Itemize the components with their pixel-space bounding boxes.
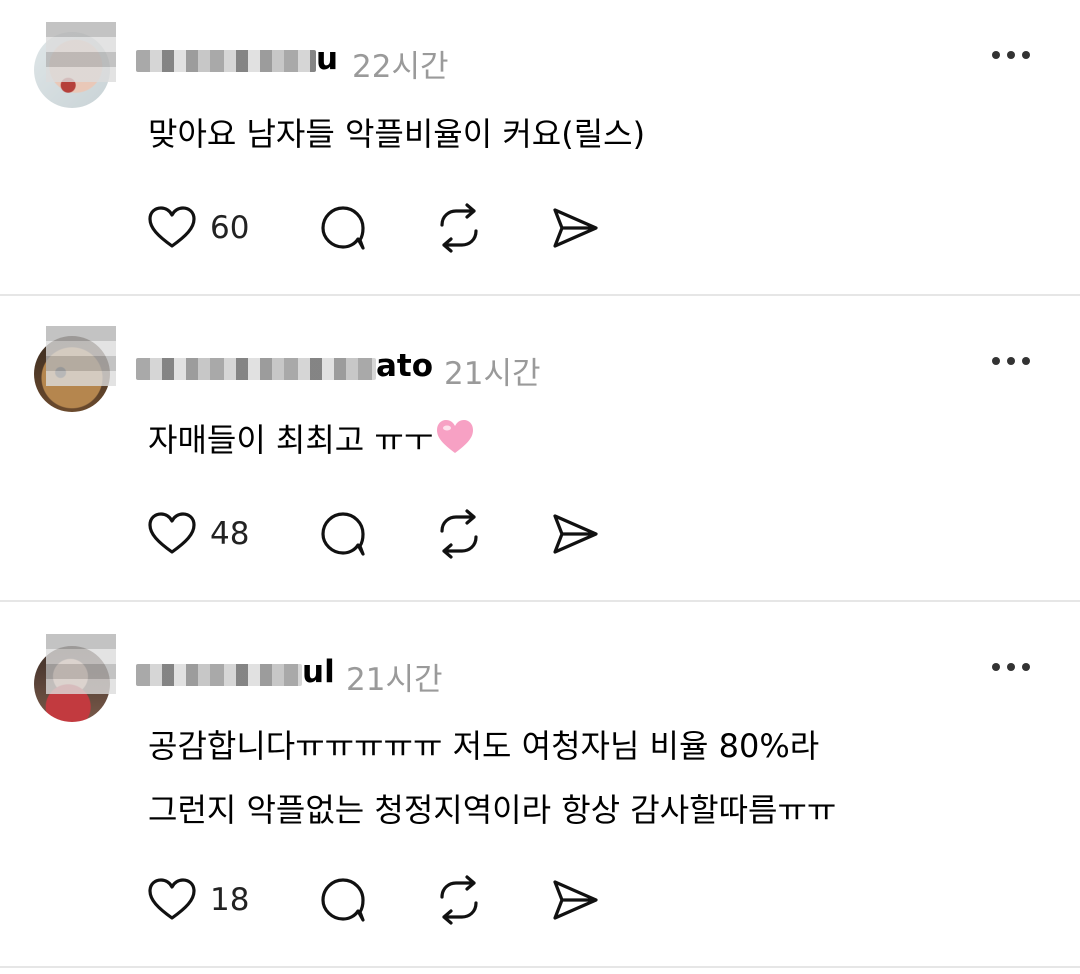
repost-button[interactable] [434,509,484,559]
action-bar: 60 [146,203,600,253]
repost-button[interactable] [434,203,484,253]
like-button[interactable]: 18 [146,876,262,924]
like-count: 18 [210,882,250,918]
speech-bubble-icon [321,878,365,922]
thread-post: ato 21시간 자매들이 최최고 ㅠㅜ 48 [0,296,1080,601]
thread-post: u 22시간 맞아요 남자들 악플비율이 커요(릴스) 60 [0,0,1080,295]
post-text: 맞아요 남자들 악플비율이 커요(릴스) [148,102,645,166]
username-blur [136,358,376,380]
blur-mask [46,634,116,694]
paper-plane-icon [553,880,598,920]
pink-heart-emoji [437,420,474,453]
repost-arrows-icon [440,509,478,559]
blur-mask [46,326,116,386]
like-button[interactable]: 48 [146,510,262,558]
timestamp: 21시간 [444,356,541,392]
share-button[interactable] [550,203,600,253]
username-blur [136,664,302,686]
post-text-line: 그런지 악플없는 청정지역이라 항상 감사할따름ㅠㅠ [148,791,837,829]
reply-button[interactable] [318,509,368,559]
share-button[interactable] [550,875,600,925]
thread-post: ul 21시간 공감합니다ㅠㅠㅠㅠㅠ 저도 여청자님 비율 80%라 그런지 악… [0,602,1080,966]
timestamp: 21시간 [346,662,443,698]
username[interactable]: ato [376,348,433,384]
post-text-line: 공감합니다ㅠㅠㅠㅠㅠ 저도 여청자님 비율 80%라 [148,727,820,765]
username[interactable]: u [316,41,338,77]
repost-arrows-icon [440,875,478,925]
post-text-line: 맞아요 남자들 악플비율이 커요(릴스) [148,115,646,153]
username[interactable]: ul [302,654,335,690]
paper-plane-icon [553,208,598,248]
timestamp: 22시간 [352,49,449,85]
heart-outline-icon [148,206,196,248]
blur-mask [46,22,116,82]
more-options-button[interactable] [992,660,1032,672]
heart-outline-icon [148,878,196,920]
speech-bubble-icon [321,512,365,556]
share-button[interactable] [550,509,600,559]
ellipsis-icon [992,357,1000,365]
divider [0,966,1080,968]
action-bar: 48 [146,509,600,559]
like-count: 60 [210,210,250,246]
like-count: 48 [210,516,250,552]
paper-plane-icon [553,514,598,554]
heart-outline-icon [148,512,196,554]
repost-button[interactable] [434,875,484,925]
ellipsis-icon [992,663,1000,671]
post-text: 자매들이 최최고 ㅠㅜ [148,408,475,472]
username-blur [136,50,316,72]
ellipsis-icon [992,51,1000,59]
repost-arrows-icon [440,203,478,253]
reply-button[interactable] [318,875,368,925]
post-text-line: 자매들이 최최고 ㅠㅜ [148,408,475,472]
more-options-button[interactable] [992,354,1032,366]
reply-button[interactable] [318,203,368,253]
speech-bubble-icon [321,206,365,250]
action-bar: 18 [146,875,600,925]
post-text: 공감합니다ㅠㅠㅠㅠㅠ 저도 여청자님 비율 80%라 그런지 악플없는 청정지역… [148,714,836,842]
like-button[interactable]: 60 [146,204,262,252]
more-options-button[interactable] [992,48,1032,60]
